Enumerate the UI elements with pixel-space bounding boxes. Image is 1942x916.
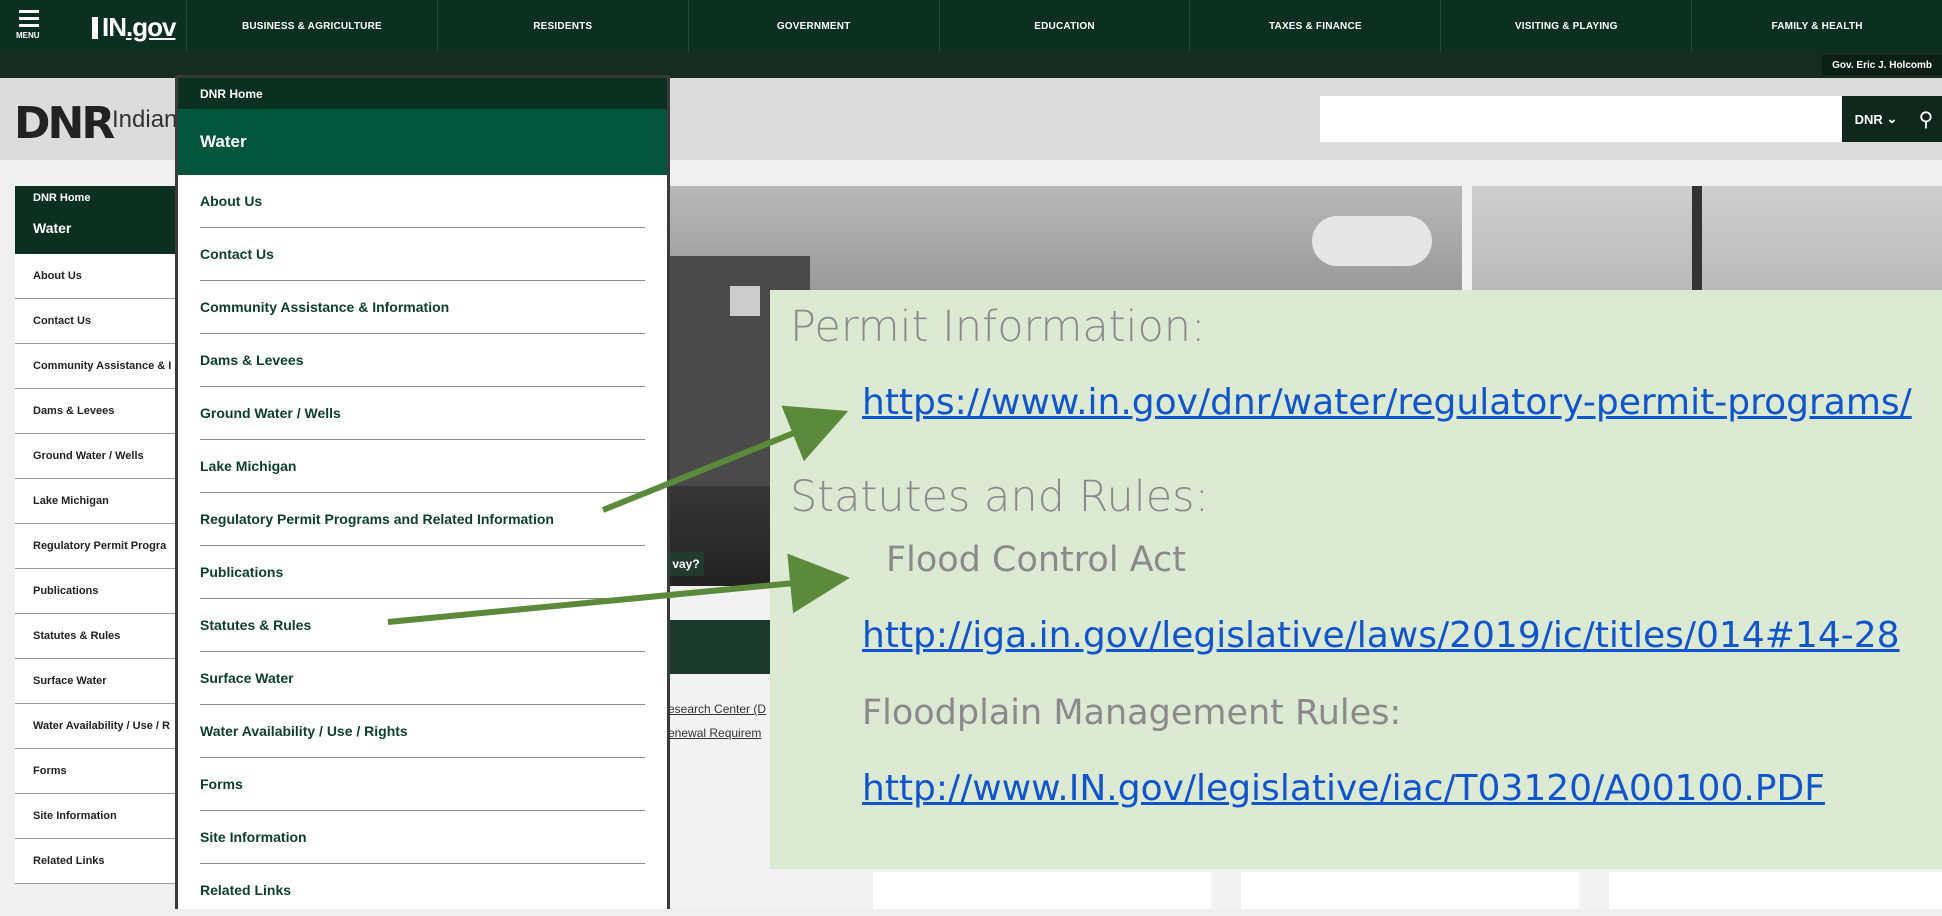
nav-item-residents[interactable]: Residents (436, 0, 688, 52)
permit-link[interactable]: https://www.in.gov/dnr/water/regulatory-… (862, 382, 1912, 423)
search-button[interactable]: ⚲ (1910, 96, 1942, 142)
sidebar-item-statutes[interactable]: Statutes & Rules (15, 614, 175, 659)
dropdown-item-about[interactable]: About Us (200, 175, 645, 228)
nav-item-education[interactable]: Education (938, 0, 1190, 52)
dnr-logo[interactable]: DNR (14, 98, 115, 149)
dnr-subtitle: Indian (112, 106, 178, 133)
sidebar-item-contact[interactable]: Contact Us (15, 299, 175, 344)
sidebar-item-surface-water[interactable]: Surface Water (15, 659, 175, 704)
nav-item-business[interactable]: Business & Agriculture (186, 0, 437, 52)
sidebar-item-water-availability[interactable]: Water Availability / Use / R (15, 704, 175, 749)
chevron-down-icon: ⌄ (1886, 111, 1898, 126)
dropdown-item-community[interactable]: Community Assistance & Information (200, 281, 645, 334)
nav-item-taxes[interactable]: Taxes & Finance (1189, 0, 1440, 52)
dropdown-item-regulatory[interactable]: Regulatory Permit Programs and Related I… (200, 493, 645, 546)
nav-item-government[interactable]: Government (687, 0, 939, 52)
sidebar-item-related-links[interactable]: Related Links (15, 839, 175, 884)
dropdown-item-site-info[interactable]: Site Information (200, 811, 645, 864)
sidebar-item-community[interactable]: Community Assistance & I (15, 344, 175, 389)
in-gov-logo[interactable]: IN.gov (92, 12, 176, 43)
menu-label: MENU (16, 31, 40, 40)
sidebar-home-link[interactable]: DNR Home (15, 186, 175, 210)
menu-button[interactable]: MENU (14, 10, 54, 44)
sidebar-item-lake-michigan[interactable]: Lake Michigan (15, 479, 175, 524)
permit-heading: Permit Information: (790, 302, 1206, 352)
dropdown-home-link[interactable]: DNR Home (178, 78, 667, 109)
search-input[interactable] (1320, 96, 1842, 142)
dropdown-item-surface-water[interactable]: Surface Water (200, 652, 645, 705)
dropdown-item-publications[interactable]: Publications (200, 546, 645, 599)
dropdown-item-statutes[interactable]: Statutes & Rules (200, 599, 645, 652)
nav-item-visiting[interactable]: Visiting & Playing (1440, 0, 1691, 52)
main-nav: Business & Agriculture Residents Governm… (186, 0, 1942, 52)
dropdown-list: About Us Contact Us Community Assistance… (200, 175, 645, 916)
sidebar-item-regulatory[interactable]: Regulatory Permit Progra (15, 524, 175, 569)
water-dropdown-menu: DNR Home Water About Us Contact Us Commu… (175, 75, 670, 909)
sidebar-title[interactable]: Water (15, 210, 175, 254)
sidebar-item-forms[interactable]: Forms (15, 749, 175, 794)
floodplain-link[interactable]: http://www.IN.gov/legislative/iac/T03120… (862, 768, 1825, 809)
cut-question-button[interactable]: vay? (668, 552, 704, 576)
search-icon: ⚲ (1918, 108, 1934, 131)
card-2[interactable] (1241, 872, 1579, 909)
scope-label: DNR (1854, 111, 1883, 127)
annotation-callout: Permit Information: https://www.in.gov/d… (770, 290, 1942, 869)
flood-act-link[interactable]: http://iga.in.gov/legislative/laws/2019/… (862, 615, 1900, 656)
dropdown-title[interactable]: Water (178, 109, 667, 175)
sidebar-item-site-info[interactable]: Site Information (15, 794, 175, 839)
card-1[interactable] (873, 872, 1211, 909)
sidebar-item-about[interactable]: About Us (15, 254, 175, 299)
sidebar-item-dams[interactable]: Dams & Levees (15, 389, 175, 434)
statutes-heading: Statutes and Rules: (790, 472, 1210, 522)
dropdown-item-contact[interactable]: Contact Us (200, 228, 645, 281)
sidebar-item-groundwater[interactable]: Ground Water / Wells (15, 434, 175, 479)
flood-act-label: Flood Control Act (886, 540, 1186, 580)
search-scope-dropdown[interactable]: DNR ⌄ (1842, 96, 1910, 142)
dropdown-item-groundwater[interactable]: Ground Water / Wells (200, 387, 645, 440)
dropdown-item-forms[interactable]: Forms (200, 758, 645, 811)
left-sidebar: DNR Home Water About Us Contact Us Commu… (15, 186, 175, 884)
hamburger-icon (14, 10, 54, 27)
logo-text-in: IN (102, 12, 127, 42)
dropdown-item-lake-michigan[interactable]: Lake Michigan (200, 440, 645, 493)
dropdown-item-water-availability[interactable]: Water Availability / Use / Rights (200, 705, 645, 758)
card-3[interactable] (1609, 872, 1942, 909)
top-nav-bar: MENU IN.gov Business & Agriculture Resid… (0, 0, 1942, 52)
floodplain-label: Floodplain Management Rules: (862, 693, 1402, 733)
dropdown-item-related-links[interactable]: Related Links (200, 864, 645, 916)
cut-link-2[interactable]: enewal Requirem (668, 726, 761, 740)
nav-item-family[interactable]: Family & Health (1691, 0, 1942, 52)
dropdown-item-dams[interactable]: Dams & Levees (200, 334, 645, 387)
logo-text-gov: .gov (126, 12, 176, 42)
governor-link[interactable]: Gov. Eric J. Holcomb (1822, 55, 1942, 75)
sidebar-item-publications[interactable]: Publications (15, 569, 175, 614)
cut-link-1[interactable]: esearch Center (D (668, 702, 766, 716)
